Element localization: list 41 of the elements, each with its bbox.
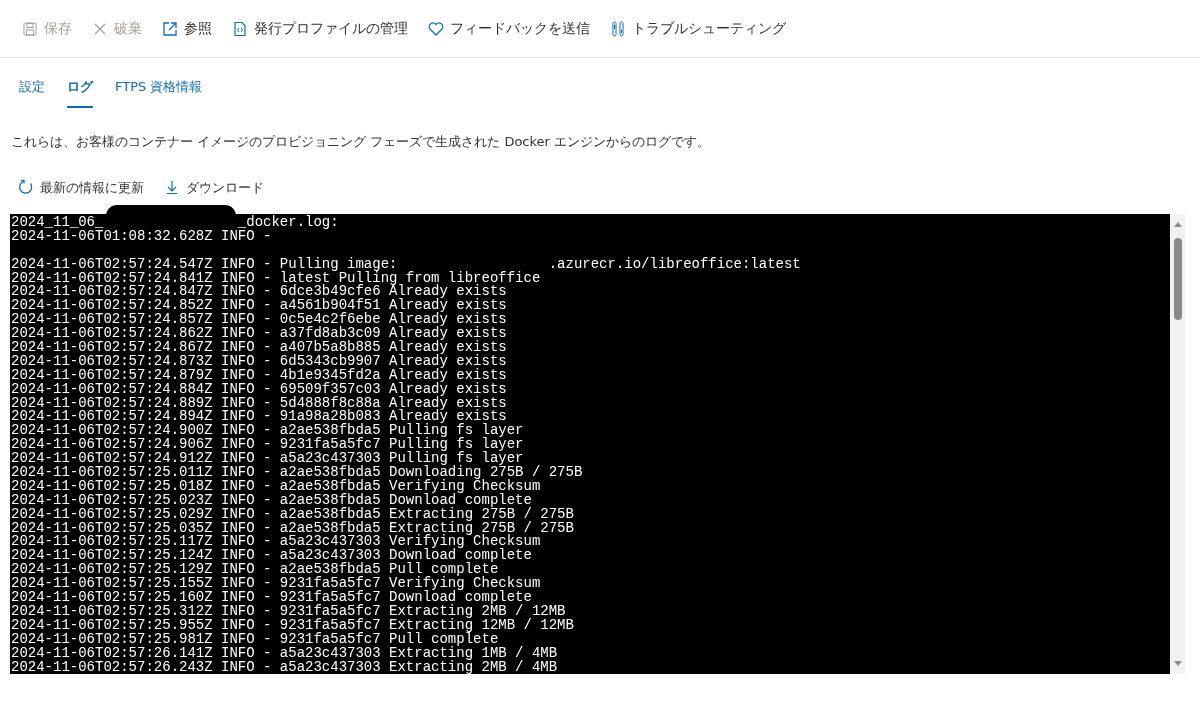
tab[interactable]: FTPS 資格情報 bbox=[115, 76, 203, 108]
log-text: 2024-11-06T02:57:24.547Z INFO - Pulling image: bbox=[11, 255, 398, 272]
log-line: 2024-11-06T02:57:25.160Z INFO - 9231fa5a5fc7 Download complete bbox=[11, 591, 532, 605]
scroll-down-icon[interactable] bbox=[1173, 660, 1183, 668]
tab[interactable]: 設定 bbox=[19, 76, 45, 108]
scroll-up-icon[interactable] bbox=[1173, 220, 1183, 228]
log-line: 2024-11-06T02:57:25.011Z INFO - a2ae538fbda5 Downloading 275B / 275B bbox=[11, 466, 583, 480]
log-line: 2024-11-06T02:57:25.981Z INFO - 9231fa5a5fc7 Pull complete bbox=[11, 632, 499, 647]
log-line: 2024-11-06T02:57:25.018Z INFO - a2ae538fbda5 Verifying Checksum bbox=[11, 479, 541, 494]
log-line: 2024-11-06T02:57:24.867Z INFO - a407b5a8b885 Already exists bbox=[11, 341, 507, 355]
scrollbar-thumb[interactable] bbox=[1174, 238, 1182, 320]
log-line: 2024-11-06T02:57:25.955Z INFO - 9231fa5a5fc7 Extracting 12MB / 12MB bbox=[11, 618, 574, 633]
log-line: 2024-11-06T02:57:26.243Z INFO - a5a23c437303 Extracting 2MB / 4MB bbox=[11, 660, 558, 674]
external-link-icon bbox=[162, 20, 178, 37]
log-line: 2024-11-06T02:57:25.312Z INFO - 9231fa5a5fc7 Extracting 2MB / 12MB bbox=[11, 604, 566, 619]
toolbar-button[interactable]: 参照 bbox=[160, 14, 214, 43]
tools-icon bbox=[610, 20, 626, 37]
log-line: 2024-11-06T02:57:24.862Z INFO - a37fd8ab3c09 Already exists bbox=[11, 327, 507, 341]
log-line: 2024-11-06T02:57:24.884Z INFO - 69509f357c03 Already exists bbox=[11, 382, 507, 397]
log-line: 2024-11-06T01:08:32.628Z INFO - bbox=[11, 229, 272, 244]
toolbar-button[interactable]: トラブルシューティング bbox=[608, 14, 788, 43]
scrollbar[interactable] bbox=[1170, 214, 1185, 674]
description-text: これらは、お客様のコンテナー イメージのプロビジョニング フェーズで生成された Docker エンジンからのログです。 bbox=[11, 133, 712, 151]
toolbar-button[interactable]: フィードバックを送信 bbox=[426, 14, 592, 43]
log-line: 2024-11-06T02:57:24.879Z INFO - 4b1e9345fd2a Already exists bbox=[11, 368, 507, 383]
log-text: 2024_11_06_ bbox=[11, 214, 104, 230]
tab[interactable]: ログ bbox=[67, 76, 93, 108]
log-text: _docker.log: bbox=[237, 214, 339, 230]
refresh-button[interactable]: 最新の情報に更新 bbox=[18, 177, 144, 197]
log-line: 2024-11-06T02:57:25.029Z INFO - a2ae538fbda5 Extracting 275B / 275B bbox=[11, 507, 574, 522]
download-icon bbox=[164, 179, 180, 196]
save-icon bbox=[22, 20, 38, 37]
log-text: .azurecr.io/libreoffice:latest bbox=[548, 255, 801, 272]
download-button[interactable]: ダウンロード bbox=[164, 177, 264, 197]
heart-icon bbox=[428, 20, 444, 37]
code-file-icon bbox=[232, 20, 248, 37]
log-line: 2024-11-06T02:57:26.141Z INFO - a5a23c437303 Extracting 1MB / 4MB bbox=[11, 646, 558, 661]
log-line: 2024-11-06T02:57:24.873Z INFO - 6d5343cb9907 Already exists bbox=[11, 354, 507, 369]
toolbar-button[interactable]: 発行プロファイルの管理 bbox=[230, 14, 410, 43]
refresh-icon bbox=[18, 179, 34, 196]
log-line: 2024-11-06T02:57:25.023Z INFO - a2ae538fbda5 Download complete bbox=[11, 493, 532, 508]
